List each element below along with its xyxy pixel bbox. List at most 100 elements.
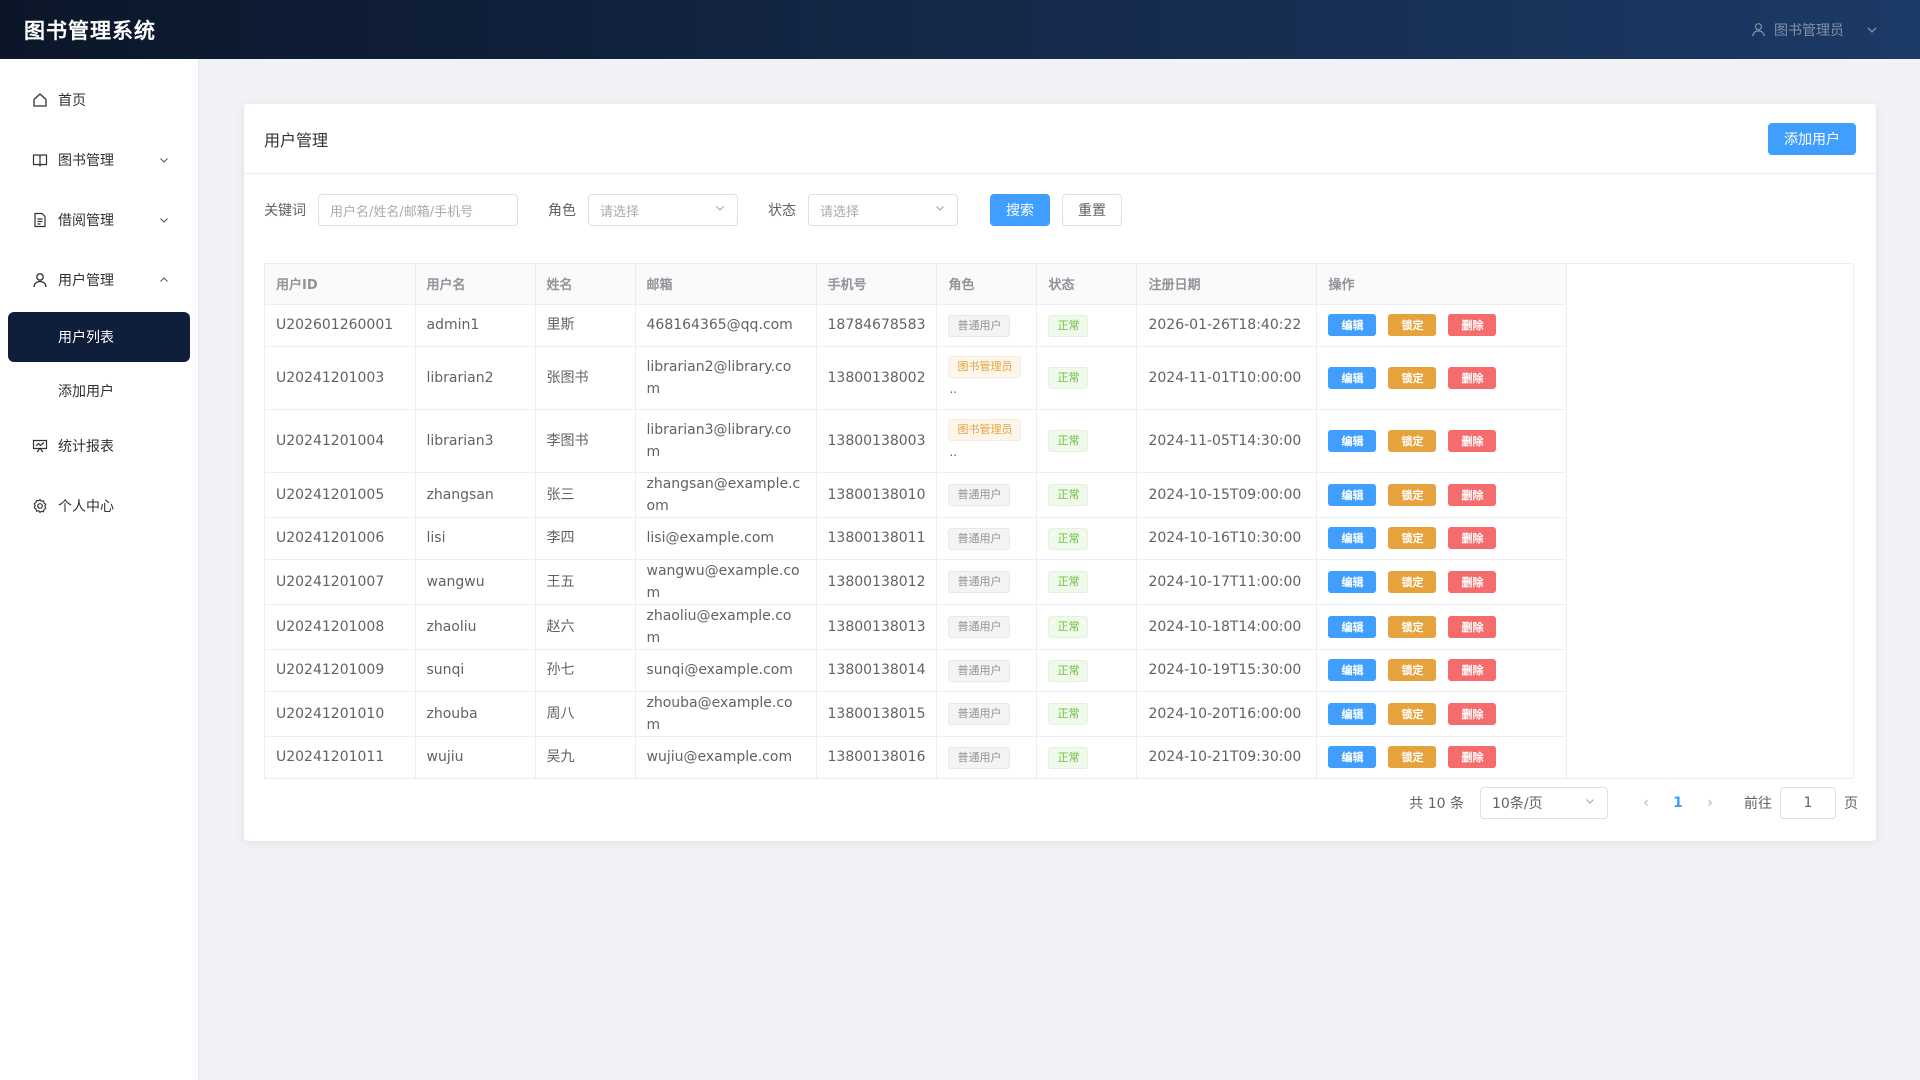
status-select[interactable]: 请选择: [808, 194, 958, 226]
sidebar-item-label: 统计报表: [58, 439, 114, 455]
cell-username: zhouba: [415, 691, 536, 737]
cell-actions: 编辑 锁定 删除: [1316, 736, 1568, 778]
column-header: 角色: [936, 264, 1038, 305]
lock-button[interactable]: 锁定: [1388, 314, 1437, 336]
edit-button[interactable]: 编辑: [1328, 615, 1377, 638]
cell-user-id: U20241201003: [265, 346, 416, 410]
keyword-input[interactable]: 用户名/姓名/邮箱/手机号: [318, 194, 518, 226]
column-header: 用户ID: [265, 264, 416, 305]
edit-button[interactable]: 编辑: [1328, 702, 1377, 725]
cell-name: 张三: [535, 472, 636, 518]
page-size-select[interactable]: 10条/页: [1480, 787, 1608, 819]
gear-icon: [31, 497, 49, 515]
cell-register-date: 2024-10-16T10:30:00: [1136, 517, 1318, 560]
sidebar-item-profile[interactable]: 个人中心: [0, 476, 198, 536]
goto-page-input[interactable]: 1: [1780, 787, 1836, 819]
table-header-row: 用户ID 用户名 姓名 邮箱 手机号 角色 状态 注册日期 操作: [265, 264, 1568, 305]
edit-button[interactable]: 编辑: [1328, 527, 1377, 549]
cell-email: 468164365@qq.com: [635, 304, 817, 347]
user-dropdown[interactable]: 图书管理员: [1751, 20, 1878, 40]
cell-phone: 13800138011: [816, 517, 938, 560]
table-row: U20241201004 librarian3 李图书 librarian3@libr…: [265, 409, 1568, 473]
sidebar-subitem-add-user[interactable]: 添加用户: [8, 366, 190, 416]
cell-register-date: 2024-10-15T09:00:00: [1136, 472, 1318, 518]
delete-button[interactable]: 删除: [1448, 570, 1497, 593]
column-header: 操作: [1316, 264, 1568, 305]
table-row: U20241201005 zhangsan 张三 zhangsan@example.c…: [265, 472, 1568, 518]
cell-username: zhaoliu: [415, 604, 536, 650]
delete-button[interactable]: 删除: [1448, 429, 1497, 452]
edit-button[interactable]: 编辑: [1328, 483, 1377, 506]
edit-button[interactable]: 编辑: [1328, 429, 1377, 452]
lock-button[interactable]: 锁定: [1388, 746, 1437, 769]
sidebar-subitem-user-list[interactable]: 用户列表: [8, 312, 190, 362]
cell-role: 普通用户: [936, 559, 1038, 605]
cell-status: 正常: [1036, 604, 1138, 650]
chevron-down-icon: [158, 154, 170, 166]
next-page-button[interactable]: ›: [1694, 795, 1726, 811]
delete-button[interactable]: 删除: [1448, 483, 1497, 506]
edit-button[interactable]: 编辑: [1328, 366, 1377, 389]
cell-user-id: U202601260001: [265, 304, 416, 347]
goto-page-value: 1: [1803, 795, 1813, 811]
goto-label: 前往: [1744, 796, 1772, 812]
role-overflow-ellipsis: ..: [949, 445, 958, 459]
delete-button[interactable]: 删除: [1448, 527, 1497, 549]
edit-button[interactable]: 编辑: [1328, 314, 1377, 336]
cell-status: 正常: [1036, 691, 1138, 737]
table-row: U20241201008 zhaoliu 赵六 zhaoliu@example.com…: [265, 604, 1568, 650]
reset-button[interactable]: 重置: [1062, 194, 1122, 226]
cell-email: lisi@example.com: [635, 517, 817, 560]
lock-button[interactable]: 锁定: [1388, 659, 1437, 681]
edit-button[interactable]: 编辑: [1328, 659, 1377, 681]
cell-actions: 编辑 锁定 删除: [1316, 517, 1568, 560]
delete-button[interactable]: 删除: [1448, 659, 1497, 681]
cell-role: 普通用户: [936, 736, 1038, 778]
add-user-button[interactable]: 添加用户: [1768, 122, 1856, 155]
edit-button[interactable]: 编辑: [1328, 746, 1377, 769]
search-button[interactable]: 搜索: [990, 194, 1050, 226]
cell-name: 李四: [535, 517, 636, 560]
edit-button[interactable]: 编辑: [1328, 570, 1377, 593]
lock-button[interactable]: 锁定: [1388, 527, 1437, 549]
delete-button[interactable]: 删除: [1448, 746, 1497, 769]
page-size-value: 10条/页: [1492, 796, 1543, 812]
status-label: 状态: [768, 203, 796, 219]
role-select[interactable]: 请选择: [588, 194, 738, 226]
lock-button[interactable]: 锁定: [1388, 615, 1437, 638]
sidebar-item-books[interactable]: 图书管理: [0, 130, 198, 190]
pagination: 共 10 条 10条/页 ‹ 1 › 前往 1 页: [1409, 787, 1858, 819]
prev-page-button[interactable]: ‹: [1630, 795, 1662, 811]
delete-button[interactable]: 删除: [1448, 702, 1497, 725]
sidebar-item-borrow[interactable]: 借阅管理: [0, 190, 198, 250]
sidebar-item-label: 图书管理: [58, 153, 114, 169]
delete-button[interactable]: 删除: [1448, 615, 1497, 638]
status-badge: 正常: [1048, 746, 1089, 769]
column-header: 手机号: [816, 264, 938, 305]
page-number-current[interactable]: 1: [1662, 795, 1694, 811]
cell-username: sunqi: [415, 649, 536, 692]
role-tag: 普通用户: [948, 703, 1011, 725]
cell-status: 正常: [1036, 346, 1138, 410]
lock-button[interactable]: 锁定: [1388, 429, 1437, 452]
lock-button[interactable]: 锁定: [1388, 483, 1437, 506]
sidebar-item-stats[interactable]: 统计报表: [0, 416, 198, 476]
cell-email: zhouba@example.com: [635, 691, 817, 737]
delete-button[interactable]: 删除: [1448, 314, 1497, 336]
lock-button[interactable]: 锁定: [1388, 570, 1437, 593]
column-header: 姓名: [535, 264, 636, 305]
chevron-down-icon: [934, 202, 946, 218]
cell-name: 孙七: [535, 649, 636, 692]
sidebar-item-label: 用户管理: [58, 273, 114, 289]
status-badge: 正常: [1048, 314, 1089, 337]
cell-email: librarian3@library.com: [635, 409, 817, 473]
card-header: 用户管理 添加用户: [244, 104, 1876, 174]
sidebar-item-home[interactable]: 首页: [0, 70, 198, 130]
sidebar-item-users[interactable]: 用户管理: [0, 250, 198, 310]
delete-button[interactable]: 删除: [1448, 366, 1497, 389]
lock-button[interactable]: 锁定: [1388, 702, 1437, 725]
role-placeholder: 请选择: [600, 204, 640, 220]
cell-email: librarian2@library.com: [635, 346, 817, 410]
cell-email: wangwu@example.com: [635, 559, 817, 605]
lock-button[interactable]: 锁定: [1388, 366, 1437, 389]
